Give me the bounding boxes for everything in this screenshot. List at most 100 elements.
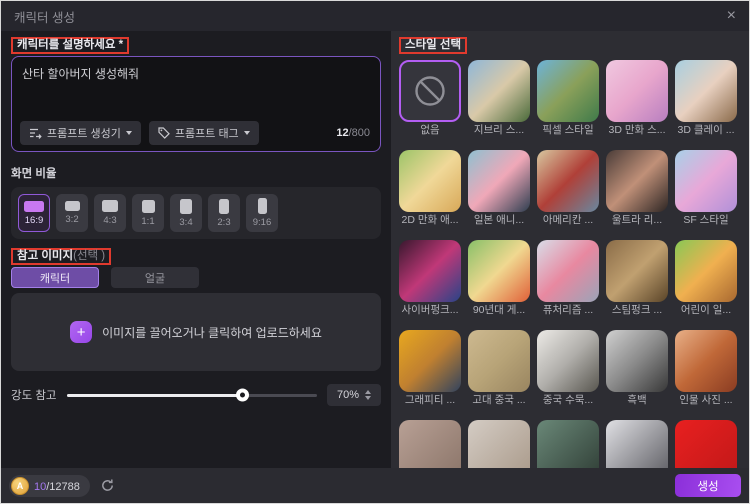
style-tile-none[interactable] [399,60,461,122]
optional-label: (선택 ) [73,250,106,262]
prompt-textarea[interactable]: 산타 할아버지 생성해줘 프롬프트 생성기 프롬프트 태그 12/800 [11,56,381,152]
credits-badge[interactable]: A 10/12788 [9,474,90,497]
style-thumbnail[interactable] [399,150,461,212]
strength-value: 70% [336,389,360,401]
style-option[interactable]: 3D 클레이 ... [675,60,737,138]
strength-stepper[interactable]: 70% [327,384,381,406]
style-option[interactable]: 어린이 일... [675,240,737,318]
aspect-ratio-label: 화면 비율 [11,168,57,180]
tab-character[interactable]: 캐릭터 [11,267,99,288]
char-counter: 12/800 [336,127,370,139]
ratio-3-4[interactable]: 3:4 [170,194,202,232]
image-upload-dropzone[interactable]: + 이미지를 끌어오거나 클릭하여 업로드하세요 [11,293,381,371]
ratio-shape [219,198,229,214]
ratio-shape [24,200,44,212]
style-thumbnail[interactable] [399,330,461,392]
style-thumbnail[interactable] [399,240,461,302]
style-thumbnail[interactable] [399,420,461,468]
style-option[interactable]: 고대 중국 ... [468,330,530,408]
stepper-down-icon[interactable] [365,396,372,400]
no-style-icon [415,76,445,106]
bottom-bar: A 10/12788 생성 [1,468,749,503]
tab-face[interactable]: 얼굴 [111,267,199,288]
prompt-toolbar: 프롬프트 생성기 프롬프트 태그 12/800 [20,121,370,145]
prompt-generator-icon [30,128,42,139]
style-option[interactable]: 픽셀 스타일 [537,60,599,138]
prompt-tag-button[interactable]: 프롬프트 태그 [148,121,259,145]
style-thumbnail[interactable] [537,420,599,468]
style-thumbnail[interactable] [537,150,599,212]
slider-thumb[interactable] [235,388,249,402]
ratio-4-3[interactable]: 4:3 [94,194,126,232]
ratio-shape [180,198,192,214]
style-option[interactable]: 2D 만화 애... [399,150,461,228]
style-thumbnail[interactable] [468,240,530,302]
style-thumbnail[interactable] [675,150,737,212]
style-option[interactable]: 퓨처리즘 ... [537,240,599,318]
close-icon[interactable]: × [727,8,736,24]
ratio-3-2[interactable]: 3:2 [56,194,88,232]
style-option-none[interactable]: 없음 [399,60,461,138]
prompt-generator-button[interactable]: 프롬프트 생성기 [20,121,141,145]
reference-image-label-annotation: 참고 이미지(선택 ) [11,248,112,265]
style-option[interactable]: 3D 만화 스... [606,60,668,138]
ratio-9-16[interactable]: 9:16 [246,194,278,232]
style-option[interactable]: 그래피티 ... [399,330,461,408]
style-option[interactable]: 아메리칸 ... [537,150,599,228]
style-option[interactable] [468,420,530,468]
chevron-down-icon [125,131,132,135]
style-thumbnail[interactable] [606,60,668,122]
style-option[interactable]: SF 스타일 [675,150,737,228]
style-thumbnail[interactable] [468,330,530,392]
style-thumbnail[interactable] [675,330,737,392]
title-bar: 캐릭터 생성 × [1,1,749,31]
style-option[interactable]: 사이버펑크... [399,240,461,318]
ratio-1-1[interactable]: 1:1 [132,194,164,232]
dialog-title: 캐릭터 생성 [14,10,75,25]
ratio-shape [102,200,118,212]
style-thumbnail[interactable] [537,330,599,392]
upload-instruction: 이미지를 끌어오거나 클릭하여 업로드하세요 [102,325,322,340]
style-option[interactable]: 흑백 [606,330,668,408]
credits-used: 10 [34,480,47,493]
strength-row: 강도 참고 70% [11,384,381,406]
dialog-content: 캐릭터를 설명하세요 * 산타 할아버지 생성해줘 프롬프트 생성기 프롬프트 … [1,31,749,468]
slider-fill [66,388,249,402]
style-thumbnail[interactable] [537,240,599,302]
style-panel: 스타일 선택 없음 지브리 스... 픽셀 스타일 3D 만화 스... 3D … [391,31,749,468]
ratio-2-3[interactable]: 2:3 [208,194,240,232]
style-thumbnail[interactable] [468,60,530,122]
ratio-shape [257,198,267,214]
style-option[interactable] [606,420,668,468]
style-option[interactable]: 지브리 스... [468,60,530,138]
style-thumbnail[interactable] [675,420,737,468]
style-thumbnail[interactable] [675,240,737,302]
prompt-text[interactable]: 산타 할아버지 생성해줘 [22,65,370,82]
character-generation-dialog: 캐릭터 생성 × 캐릭터를 설명하세요 * 산타 할아버지 생성해줘 프롬프트 … [0,0,750,504]
style-thumbnail[interactable] [675,60,737,122]
ratio-shape [141,199,155,213]
style-grid: 없음 지브리 스... 픽셀 스타일 3D 만화 스... 3D 클레이 ... [399,60,749,468]
style-thumbnail[interactable] [606,240,668,302]
strength-slider[interactable] [66,388,317,402]
style-thumbnail[interactable] [606,150,668,212]
style-option[interactable] [675,420,737,468]
stepper-up-icon[interactable] [365,390,372,394]
style-option[interactable]: 울트라 리... [606,150,668,228]
style-option[interactable] [399,420,461,468]
refresh-icon[interactable] [100,478,115,493]
style-option[interactable] [537,420,599,468]
style-option[interactable]: 90년대 게... [468,240,530,318]
style-option[interactable]: 일본 애니... [468,150,530,228]
style-option[interactable]: 중국 수묵... [537,330,599,408]
style-thumbnail[interactable] [468,150,530,212]
style-option[interactable]: 인물 사진 ... [675,330,737,408]
style-option[interactable]: 스팀펑크 ... [606,240,668,318]
style-thumbnail[interactable] [468,420,530,468]
style-thumbnail[interactable] [537,60,599,122]
stepper-arrows [365,390,372,400]
style-thumbnail[interactable] [606,420,668,468]
ratio-16-9[interactable]: 16:9 [18,194,50,232]
generate-button[interactable]: 생성 [675,474,741,497]
style-thumbnail[interactable] [606,330,668,392]
